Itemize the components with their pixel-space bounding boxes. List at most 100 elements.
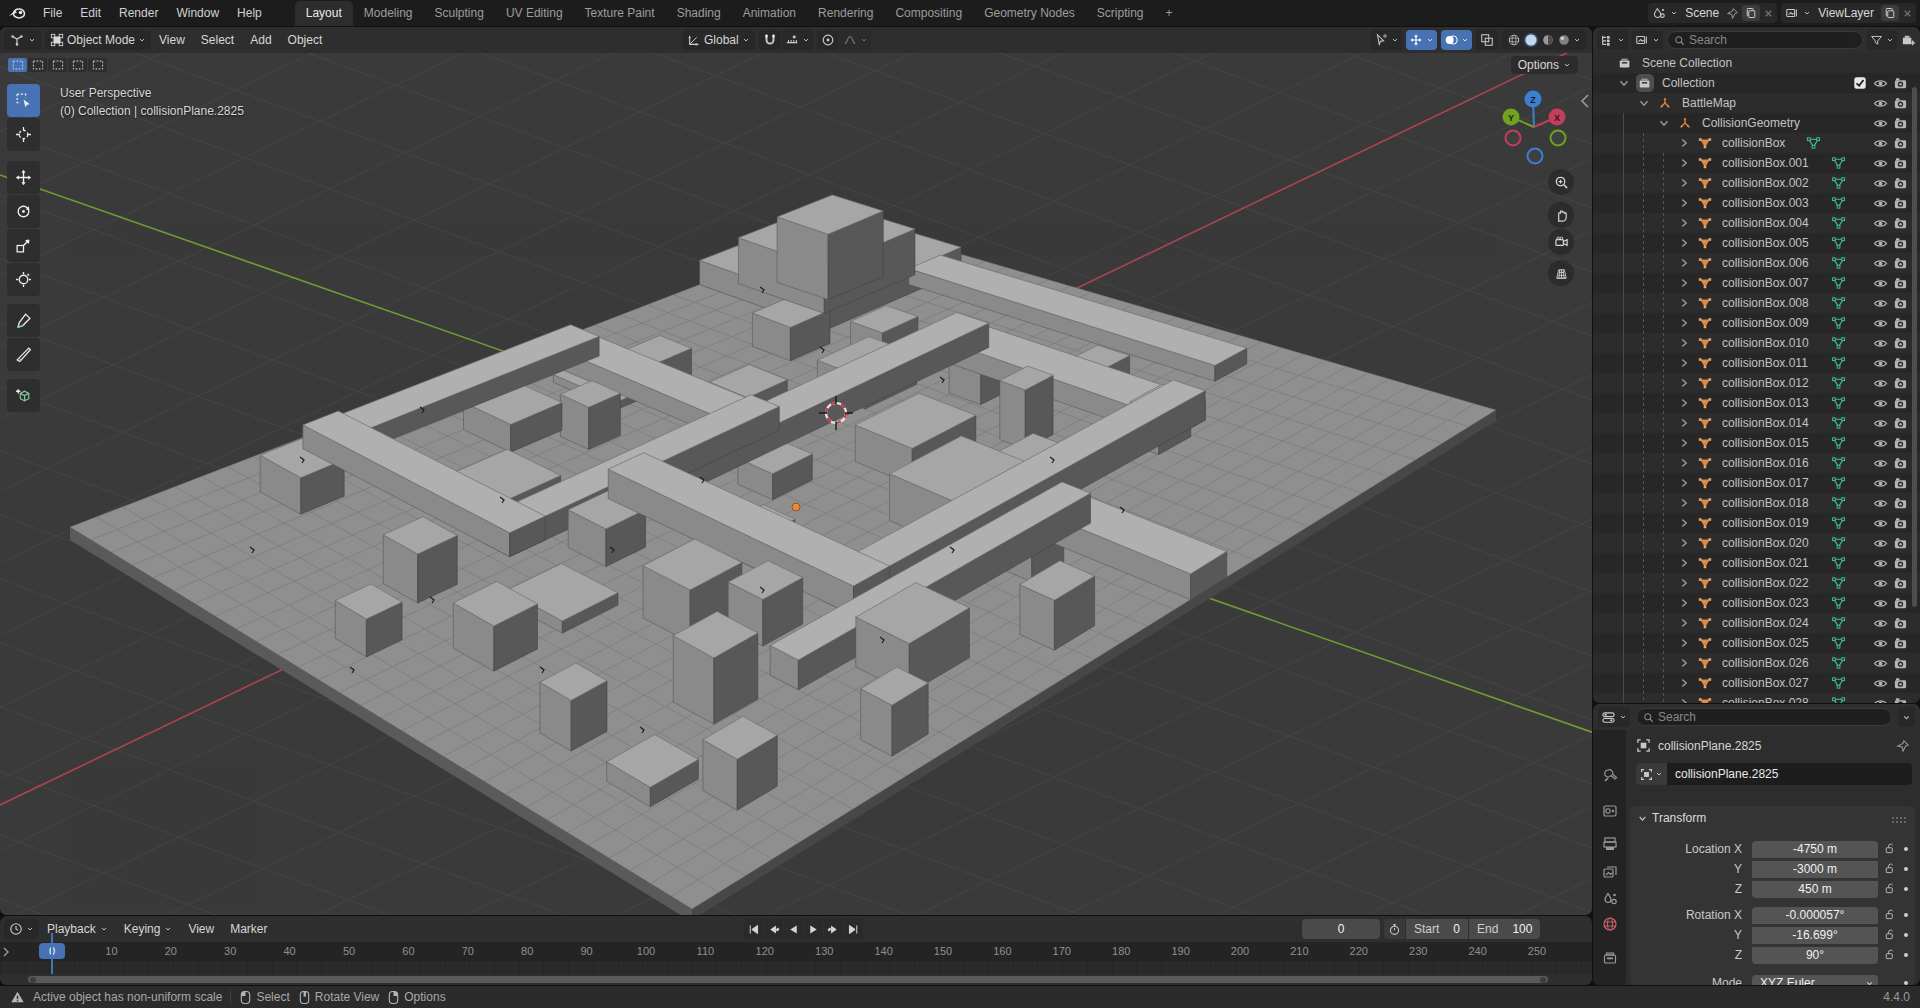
expander-icon[interactable] (1677, 316, 1691, 330)
breadcrumb-object-name[interactable]: collisionPlane.2825 (1658, 739, 1761, 753)
eye-icon[interactable] (1873, 616, 1888, 631)
outliner-filter-display[interactable] (1632, 30, 1663, 50)
snap-menu[interactable] (782, 30, 813, 50)
show-gizmo-selectability[interactable] (1371, 30, 1402, 50)
menu-window[interactable]: Window (167, 6, 228, 20)
camera-restrict-icon[interactable] (1893, 616, 1908, 631)
new-collection-button[interactable] (1901, 33, 1916, 48)
close-icon[interactable] (1902, 8, 1913, 19)
camera-restrict-icon[interactable] (1893, 576, 1908, 591)
keyframe-dot[interactable] (1904, 933, 1908, 937)
outliner-search[interactable] (1667, 31, 1863, 49)
tool-select-box[interactable] (7, 84, 40, 117)
outliner-item-label[interactable]: collisionBox.010 (1722, 336, 1809, 350)
pin-icon[interactable] (1726, 7, 1739, 20)
expander-icon[interactable] (1677, 476, 1691, 490)
keyframe-dot[interactable] (1904, 887, 1908, 891)
tab-uv-editing[interactable]: UV Editing (495, 1, 574, 26)
camera-restrict-icon[interactable] (1893, 116, 1908, 131)
expander-icon[interactable] (1677, 416, 1691, 430)
jump-to-prev-keyframe-button[interactable] (764, 919, 783, 939)
viewlayer-name[interactable]: ViewLayer (1814, 6, 1878, 20)
expander-icon[interactable] (1677, 696, 1691, 703)
collapse-arrow-icon[interactable] (1580, 93, 1590, 109)
object-id-icon[interactable] (1636, 763, 1667, 785)
expander-icon[interactable] (1677, 156, 1691, 170)
eye-icon[interactable] (1873, 96, 1888, 111)
keyframe-dot[interactable] (1904, 981, 1908, 985)
transform-value-field[interactable]: 90° (1752, 947, 1878, 964)
viewport-menu-select[interactable]: Select (193, 33, 242, 47)
timeline-ruler[interactable]: 0102030405060708090100110120130140150160… (0, 942, 1592, 961)
keyframe-dot[interactable] (1904, 847, 1908, 851)
camera-restrict-icon[interactable] (1893, 136, 1908, 151)
select-mode-tweak[interactable] (8, 58, 27, 72)
outliner-item-label[interactable]: collisionBox.011 (1722, 356, 1808, 370)
expander-icon[interactable] (1677, 196, 1691, 210)
expander-icon[interactable] (1677, 536, 1691, 550)
eye-icon[interactable] (1873, 76, 1888, 91)
shading-wireframe[interactable] (1507, 33, 1521, 47)
outliner-item-label[interactable]: collisionBox (1722, 136, 1785, 150)
show-gizmos-toggle[interactable] (1406, 30, 1437, 50)
3d-viewport[interactable]: Object Mode ViewSelectAddObject Global (0, 27, 1592, 915)
shading-rendered[interactable] (1557, 33, 1571, 47)
lock-open-icon[interactable] (1884, 862, 1896, 875)
camera-restrict-icon[interactable] (1893, 696, 1908, 704)
camera-restrict-icon[interactable] (1893, 416, 1908, 431)
scene-name[interactable]: Scene (1681, 6, 1723, 20)
checkbox-icon[interactable] (1853, 76, 1867, 90)
outliner-item-label[interactable]: collisionBox.003 (1722, 196, 1809, 210)
eye-icon[interactable] (1873, 456, 1888, 471)
properties-tab-scene[interactable] (1593, 886, 1626, 912)
camera-restrict-icon[interactable] (1893, 436, 1908, 451)
expander-icon[interactable] (1677, 516, 1691, 530)
select-mode-box[interactable] (28, 58, 47, 72)
zoom-icon[interactable] (1548, 169, 1574, 195)
camera-restrict-icon[interactable] (1893, 156, 1908, 171)
timeline-editor-type[interactable] (4, 919, 39, 939)
lock-open-icon[interactable] (1884, 908, 1896, 921)
viewport-menu-add[interactable]: Add (242, 33, 279, 47)
eye-icon[interactable] (1873, 516, 1888, 531)
camera-restrict-icon[interactable] (1893, 476, 1908, 491)
outliner-item-label[interactable]: collisionBox.028 (1722, 696, 1809, 704)
viewport-menu-object[interactable]: Object (280, 33, 331, 47)
rotation-mode-dropdown[interactable]: XYZ Euler (1752, 975, 1878, 986)
select-mode-circle[interactable] (48, 58, 67, 72)
eye-icon[interactable] (1873, 196, 1888, 211)
menu-file[interactable]: File (34, 6, 71, 20)
properties-options[interactable] (1898, 707, 1915, 727)
eye-icon[interactable] (1873, 316, 1888, 331)
outliner-item-label[interactable]: collisionBox.005 (1722, 236, 1809, 250)
expander-icon[interactable] (1617, 76, 1631, 90)
timeline-menu-keying[interactable]: Keying (116, 922, 181, 936)
outliner-item-label[interactable]: collisionBox.008 (1722, 296, 1809, 310)
eye-icon[interactable] (1873, 656, 1888, 671)
camera-restrict-icon[interactable] (1893, 216, 1908, 231)
properties-tab-collection[interactable] (1593, 945, 1626, 971)
expander-icon[interactable] (1677, 656, 1691, 670)
blender-logo-icon[interactable] (0, 6, 34, 20)
copy-icon[interactable] (1881, 5, 1899, 21)
end-frame-field[interactable]: End100 (1469, 919, 1540, 939)
lock-open-icon[interactable] (1884, 928, 1896, 941)
eye-icon[interactable] (1873, 276, 1888, 291)
orientation-dropdown[interactable]: Global (682, 30, 755, 50)
outliner-item-label[interactable]: Collection (1662, 76, 1715, 90)
eye-icon[interactable] (1873, 136, 1888, 151)
eye-icon[interactable] (1873, 256, 1888, 271)
tool-move[interactable] (7, 161, 40, 194)
expander-icon[interactable] (1677, 336, 1691, 350)
eye-icon[interactable] (1873, 116, 1888, 131)
pin-icon[interactable] (1896, 739, 1910, 753)
eye-icon[interactable] (1873, 156, 1888, 171)
jump-to-start-button[interactable] (744, 919, 763, 939)
expander-icon[interactable] (1677, 276, 1691, 290)
keyframe-dot[interactable] (1904, 913, 1908, 917)
expander-icon[interactable] (1677, 176, 1691, 190)
camera-restrict-icon[interactable] (1893, 76, 1908, 91)
properties-tab-view-layer[interactable] (1593, 859, 1626, 885)
outliner-item-label[interactable]: collisionBox.023 (1722, 596, 1809, 610)
proportional-editing-toggle[interactable] (817, 30, 839, 50)
